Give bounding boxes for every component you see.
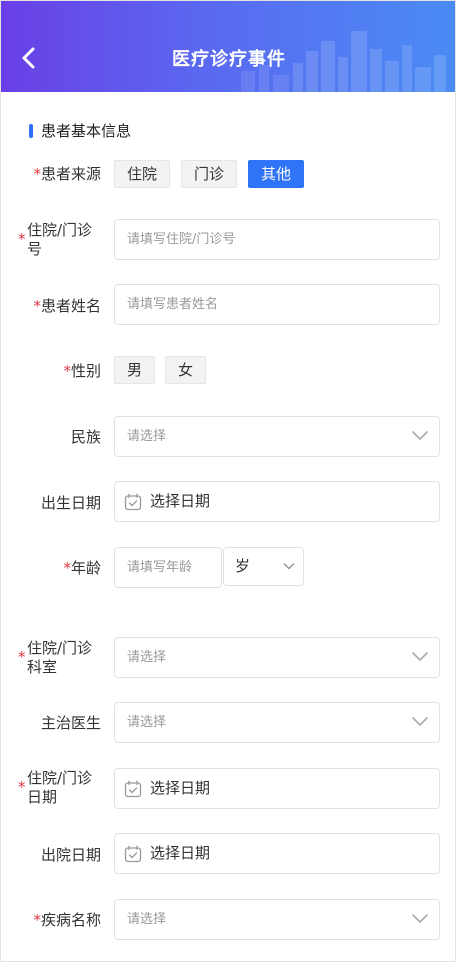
disease-select[interactable]: 请选择 (114, 899, 440, 940)
discharge-date-value: 选择日期 (150, 844, 211, 862)
age-unit-select[interactable]: 岁 (223, 547, 304, 586)
page: 医疗诊疗事件 患者基本信息 *患者来源 住院 门诊 其他 * 住院/门诊号 请填写… (0, 0, 456, 962)
doctor-select[interactable]: 请选择 (114, 702, 440, 743)
doctor-label: 主治医生 (40, 714, 101, 732)
discharge-date-label: 出院日期 (40, 846, 101, 864)
age-input[interactable]: 请填写年龄 (114, 547, 222, 588)
section-accent-bar (29, 123, 33, 138)
gender-label: *性别 (63, 362, 101, 380)
chevron-down-icon (412, 914, 428, 923)
department-label: * 住院/门诊科室 (18, 639, 93, 676)
source-label: *患者来源 (33, 165, 101, 183)
section-title: 患者基本信息 (41, 122, 132, 140)
calendar-icon (124, 493, 142, 511)
name-label: *患者姓名 (33, 297, 101, 315)
record-no-input[interactable]: 请填写住院/门诊号 (114, 219, 440, 260)
birth-date-picker[interactable]: 选择日期 (114, 481, 440, 522)
doctor-placeholder: 请选择 (127, 715, 167, 730)
chevron-down-icon (412, 717, 428, 726)
age-label: *年龄 (63, 559, 101, 577)
gender-option-female[interactable]: 女 (165, 356, 207, 384)
disease-placeholder: 请选择 (127, 912, 167, 927)
name-input[interactable]: 请填写患者姓名 (114, 284, 440, 325)
ethnicity-select[interactable]: 请选择 (114, 416, 440, 457)
department-select[interactable]: 请选择 (114, 637, 440, 678)
ethnicity-label: 民族 (70, 428, 101, 446)
admission-date-value: 选择日期 (150, 779, 211, 797)
gender-option-male[interactable]: 男 (114, 356, 156, 384)
ethnicity-placeholder: 请选择 (127, 429, 167, 444)
admission-date-label: * 住院/门诊日期 (18, 769, 93, 806)
age-unit-value: 岁 (235, 557, 251, 575)
department-placeholder: 请选择 (127, 650, 167, 665)
discharge-date-picker[interactable]: 选择日期 (114, 833, 440, 874)
birth-date-value: 选择日期 (150, 492, 211, 510)
disease-label: *疾病名称 (33, 911, 101, 929)
header-bar: 医疗诊疗事件 (1, 1, 455, 92)
birth-date-label: 出生日期 (40, 494, 101, 512)
source-option-outpatient[interactable]: 门诊 (181, 160, 238, 188)
calendar-icon (124, 845, 142, 863)
page-title: 医疗诊疗事件 (172, 49, 286, 70)
source-option-inpatient[interactable]: 住院 (114, 160, 171, 188)
source-option-other[interactable]: 其他 (248, 160, 305, 188)
record-no-label: * 住院/门诊号 (18, 221, 93, 258)
section-heading: 患者基本信息 (29, 120, 131, 141)
chevron-down-icon (412, 431, 428, 440)
chevron-down-icon (283, 563, 295, 570)
chevron-down-icon (412, 652, 428, 661)
calendar-icon (124, 780, 142, 798)
admission-date-picker[interactable]: 选择日期 (114, 768, 440, 809)
